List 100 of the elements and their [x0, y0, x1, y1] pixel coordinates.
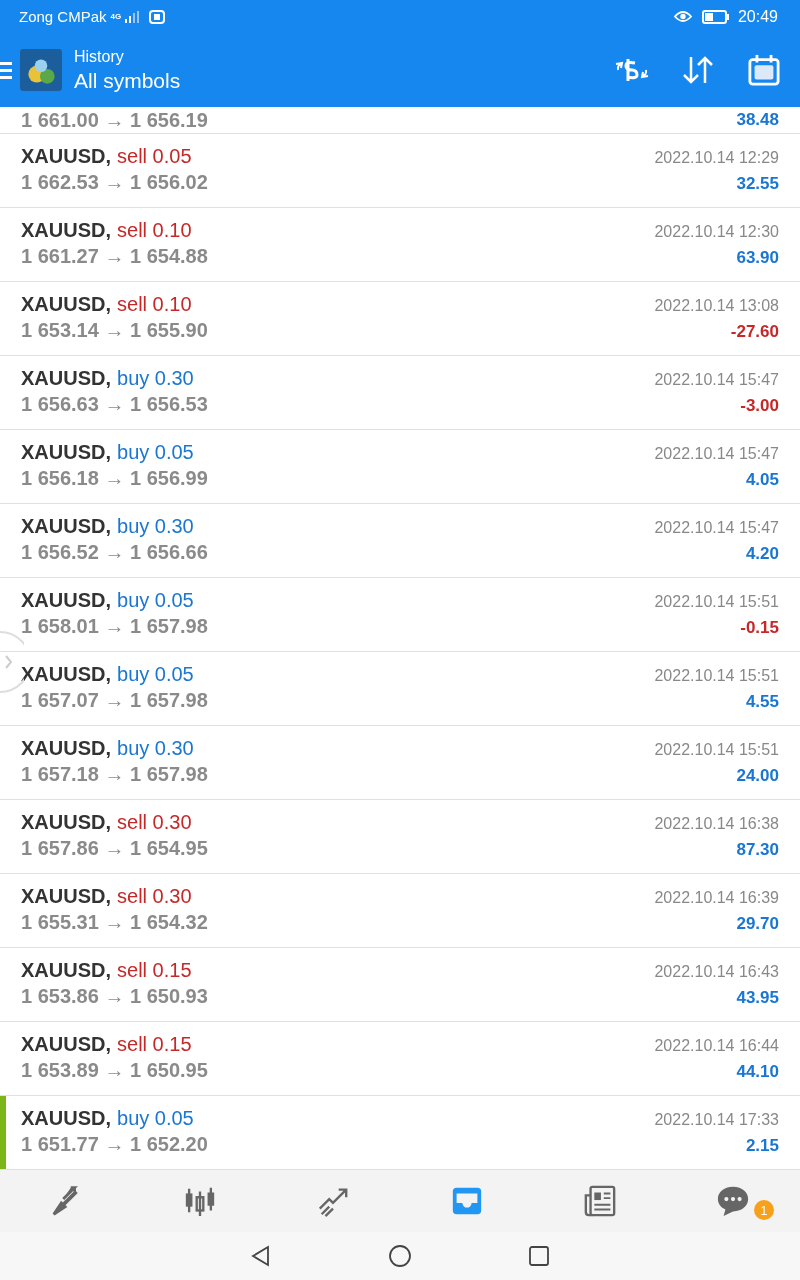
deal-row[interactable]: XAUUSD, buy 0.05 2022.10.14 15:47 1 656.18 → 1 656.99 4.05	[0, 430, 800, 504]
deal-type: sell 0.30	[117, 884, 192, 908]
deal-symbol: XAUUSD,	[21, 958, 111, 982]
deal-row[interactable]: XAUUSD, buy 0.30 2022.10.14 15:47 1 656.52 → 1 656.66 4.20	[0, 504, 800, 578]
deal-time: 2022.10.14 13:08	[654, 296, 779, 315]
deal-type: buy 0.05	[117, 440, 194, 464]
deal-row[interactable]: XAUUSD, sell 0.30 2022.10.14 16:38 1 657.86 → 1 654.95 87.30	[0, 800, 800, 874]
calendar-icon[interactable]	[746, 54, 782, 86]
deal-row[interactable]: XAUUSD, sell 0.15 2022.10.14 16:44 1 653.89 → 1 650.95 44.10	[0, 1022, 800, 1096]
deal-symbol: XAUUSD,	[21, 662, 111, 686]
symbol-filter[interactable]: All symbols	[74, 68, 584, 93]
deal-prices: 1 655.31 → 1 654.32	[21, 910, 208, 934]
deal-row[interactable]: XAUUSD, sell 0.05 2022.10.14 12:29 1 662.53 → 1 656.02 32.55	[0, 134, 800, 208]
notification-badge: 1	[753, 1200, 774, 1220]
deal-profit: 29.70	[736, 913, 779, 934]
deal-type: sell 0.15	[117, 1032, 192, 1056]
deal-profit: 38.48	[736, 110, 779, 130]
deal-type: buy 0.30	[117, 366, 194, 390]
hd-icon	[149, 9, 166, 24]
deal-type: buy 0.30	[117, 514, 194, 538]
deal-time: 2022.10.14 16:39	[654, 888, 779, 907]
deal-profit: -27.60	[730, 321, 779, 342]
chat-tab-icon[interactable]	[716, 1184, 751, 1218]
deal-profit: 4.55	[745, 691, 779, 712]
deal-type: sell 0.30	[117, 810, 192, 834]
deal-prices: 1 653.86 → 1 650.93	[21, 984, 208, 1008]
deal-row[interactable]: XAUUSD, sell 0.15 2022.10.14 16:43 1 653.86 → 1 650.93 43.95	[0, 948, 800, 1022]
deal-type: buy 0.05	[117, 662, 194, 686]
deal-symbol: XAUUSD,	[21, 736, 111, 760]
deal-profit: 63.90	[736, 247, 779, 268]
deal-time: 2022.10.14 15:47	[654, 518, 779, 537]
deal-prices: 1 653.89 → 1 650.95	[21, 1058, 208, 1082]
menu-icon[interactable]	[0, 61, 12, 79]
deal-row[interactable]: XAUUSD, buy 0.30 2022.10.14 15:47 1 656.63 → 1 656.53 -3.00	[0, 356, 800, 430]
deal-profit: -0.15	[740, 617, 779, 638]
app-logo-icon	[20, 49, 62, 91]
eye-icon	[673, 10, 692, 23]
deal-symbol: XAUUSD,	[21, 440, 111, 464]
deal-profit: 24.00	[736, 765, 779, 786]
deal-row[interactable]: XAUUSD, buy 0.30 2022.10.14 15:51 1 657.18 → 1 657.98 24.00	[0, 726, 800, 800]
deal-profit: 4.05	[745, 469, 779, 490]
deal-prices: 1 656.18 → 1 656.99	[21, 466, 208, 490]
home-icon[interactable]	[388, 1244, 412, 1268]
deal-time: 2022.10.14 15:47	[654, 444, 779, 463]
deal-prices: 1 661.27 → 1 654.88	[21, 244, 208, 268]
deal-type: sell 0.10	[117, 218, 192, 242]
deal-row[interactable]: XAUUSD, sell 0.10 2022.10.14 12:30 1 661.27 → 1 654.88 63.90	[0, 208, 800, 282]
deal-time: 2022.10.14 16:44	[654, 1036, 779, 1055]
deal-time: 2022.10.14 15:51	[654, 740, 779, 759]
deal-type: sell 0.10	[117, 292, 192, 316]
deal-time: 2022.10.14 17:33	[654, 1110, 779, 1129]
deal-time: 2022.10.14 12:30	[654, 222, 779, 241]
signal-icon	[125, 10, 140, 23]
deal-time: 2022.10.14 15:51	[654, 592, 779, 611]
recents-icon[interactable]	[527, 1244, 551, 1268]
deal-profit: -3.00	[740, 395, 779, 416]
deal-prices: 1 656.52 → 1 656.66	[21, 540, 208, 564]
deal-row[interactable]: XAUUSD, buy 0.05 2022.10.14 15:51 1 658.01 → 1 657.98 -0.15	[0, 578, 800, 652]
deal-prices: 1 657.07 → 1 657.98	[21, 688, 208, 712]
screen-title: History	[74, 47, 125, 66]
deal-profit: 43.95	[736, 987, 779, 1008]
deal-row[interactable]: XAUUSD, sell 0.10 2022.10.14 13:08 1 653.14 → 1 655.90 -27.60	[0, 282, 800, 356]
deal-prices: 1 661.00 → 1 656.19	[21, 108, 208, 132]
deal-profit: 44.10	[736, 1061, 779, 1082]
deal-time: 2022.10.14 12:29	[654, 148, 779, 167]
news-tab-icon[interactable]	[582, 1184, 617, 1218]
deal-prices: 1 662.53 → 1 656.02	[21, 170, 208, 194]
deal-time: 2022.10.14 15:51	[654, 666, 779, 685]
clock-time: 20:49	[737, 7, 778, 26]
deal-prices: 1 657.86 → 1 654.95	[21, 836, 208, 860]
deal-symbol: XAUUSD,	[21, 218, 111, 242]
deal-prices: 1 658.01 → 1 657.98	[21, 614, 208, 638]
deal-prices: 1 651.77 → 1 652.20	[21, 1132, 208, 1156]
deal-prices: 1 657.18 → 1 657.98	[21, 762, 208, 786]
deal-type: buy 0.30	[117, 736, 194, 760]
deal-symbol: XAUUSD,	[21, 144, 111, 168]
deal-time: 2022.10.14 16:43	[654, 962, 779, 981]
deal-type: buy 0.05	[117, 1106, 194, 1130]
deal-symbol: XAUUSD,	[21, 1032, 111, 1056]
deal-prices: 1 656.63 → 1 656.53	[21, 392, 208, 416]
deal-profit: 87.30	[736, 839, 779, 860]
deal-symbol: XAUUSD,	[21, 292, 111, 316]
deal-symbol: XAUUSD,	[21, 1106, 111, 1130]
deal-symbol: XAUUSD,	[21, 366, 111, 390]
deal-time: 2022.10.14 16:38	[654, 814, 779, 833]
network-type: 4G	[110, 12, 122, 21]
deal-row[interactable]: XAUUSD, buy 0.05 2022.10.14 15:51 1 657.07 → 1 657.98 4.55	[0, 652, 800, 726]
deal-type: buy 0.05	[117, 588, 194, 612]
deal-type: sell 0.15	[117, 958, 192, 982]
deal-symbol: XAUUSD,	[21, 810, 111, 834]
deal-symbol: XAUUSD,	[21, 588, 111, 612]
carrier-name: Zong CMPak	[19, 8, 107, 25]
deal-profit: 4.20	[745, 543, 779, 564]
deal-type: sell 0.05	[117, 144, 192, 168]
deal-time: 2022.10.14 15:47	[654, 370, 779, 389]
deal-profit: 2.15	[745, 1135, 779, 1156]
deal-symbol: XAUUSD,	[21, 514, 111, 538]
deal-profit: 32.55	[736, 173, 779, 194]
deal-row[interactable]: XAUUSD, sell 0.30 2022.10.14 16:39 1 655.31 → 1 654.32 29.70	[0, 874, 800, 948]
deal-symbol: XAUUSD,	[21, 884, 111, 908]
